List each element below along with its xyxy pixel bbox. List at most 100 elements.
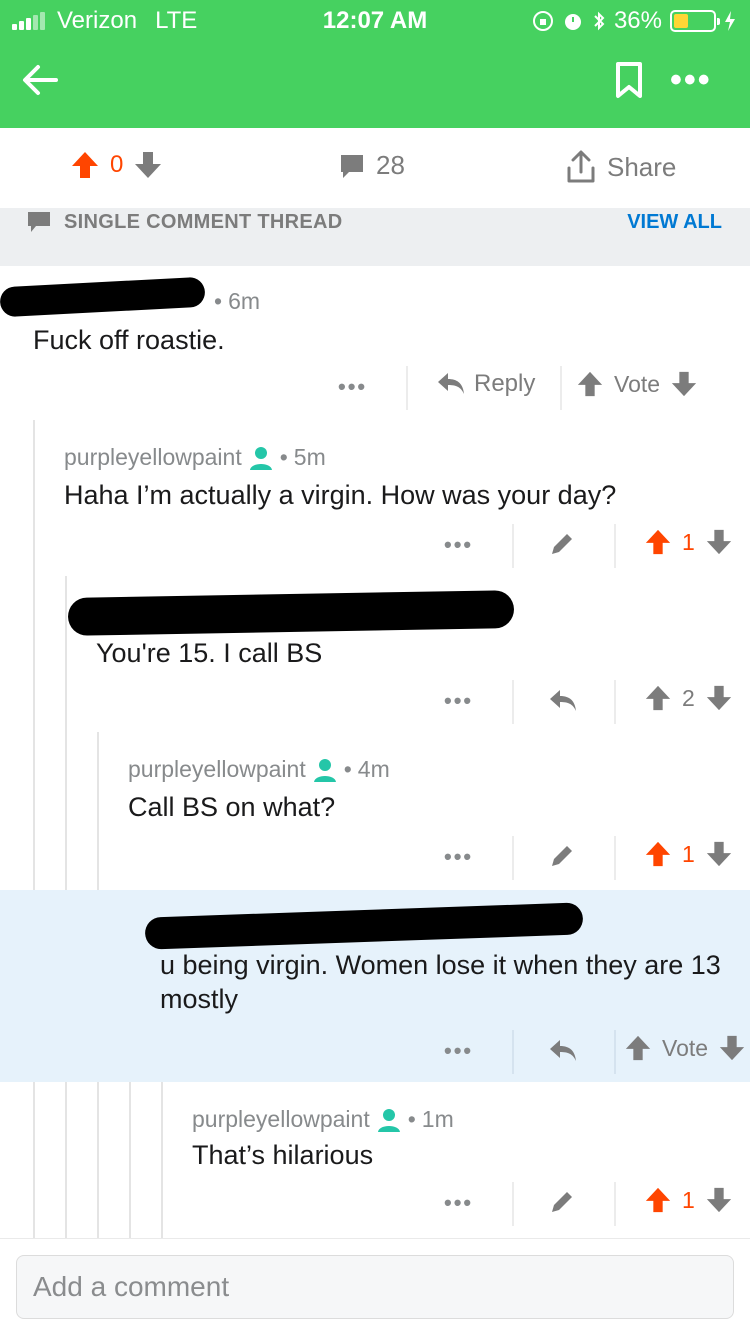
thread-label-text: SINGLE COMMENT THREAD [64, 210, 343, 233]
post-action-bar: 0 28 Share [0, 128, 750, 208]
back-arrow-icon[interactable] [20, 60, 60, 100]
comment-meta: purpleyellowpaint • 5m [64, 444, 326, 471]
reply-icon[interactable] [548, 1038, 578, 1064]
comment-score: 1 [682, 1186, 695, 1213]
comment-author[interactable]: purpleyellowpaint [128, 756, 306, 783]
comment-1: • 6m Fuck off roastie. ••• Reply Vote [0, 266, 750, 420]
more-icon[interactable]: ••• [444, 688, 473, 714]
comment-time: 1m [421, 1106, 454, 1132]
post-score: 0 [110, 151, 124, 178]
comment-vote: 1 [644, 840, 733, 868]
redacted-username [144, 902, 584, 950]
app-root: Verizon LTE 12:07 AM 36% ••• 0 28 Share … [0, 0, 750, 1334]
comment-count: 28 [376, 150, 405, 180]
comment-actions: ••• 1 [400, 524, 750, 570]
downvote-icon[interactable] [133, 150, 163, 180]
comment-meta: purpleyellowpaint • 1m [192, 1106, 454, 1133]
comment-actions: ••• 1 [400, 1182, 750, 1228]
comment-icon [28, 212, 50, 232]
redacted-username [67, 590, 515, 636]
user-icon [377, 1108, 400, 1132]
comment-body: Haha I’m actually a virgin. How was your… [64, 480, 617, 510]
post-comments[interactable]: 28 [338, 150, 405, 181]
downvote-icon[interactable] [670, 370, 698, 398]
upvote-icon[interactable] [624, 1034, 652, 1062]
redacted-username [0, 276, 206, 318]
upvote-icon[interactable] [644, 684, 672, 712]
comment-score: 2 [682, 684, 695, 711]
upvote-icon[interactable] [644, 1186, 672, 1214]
comment-actions: ••• 1 [400, 836, 750, 882]
comment-composer [0, 1238, 750, 1334]
comment-author[interactable]: purpleyellowpaint [192, 1106, 370, 1133]
rotation-lock-icon [532, 11, 553, 31]
more-icon[interactable]: ••• [338, 374, 367, 400]
comment-5-highlighted: u being virgin. Women lose it when they … [0, 890, 750, 1082]
more-options-icon[interactable]: ••• [670, 63, 712, 97]
comment-score: 1 [682, 528, 695, 555]
thread-label: SINGLE COMMENT THREAD [26, 208, 343, 236]
downvote-icon[interactable] [705, 528, 733, 556]
comment-actions: ••• 2 [400, 680, 750, 726]
comment-vote: 1 [644, 528, 733, 556]
view-all-link[interactable]: VIEW ALL [627, 208, 722, 236]
comment-meta: purpleyellowpaint • 4m [128, 756, 390, 783]
downvote-icon[interactable] [705, 840, 733, 868]
vote-label: Vote [614, 370, 661, 397]
comment-meta: • 6m [214, 288, 261, 314]
more-icon[interactable]: ••• [444, 532, 473, 558]
battery-icon [670, 10, 720, 32]
share-icon [567, 150, 595, 183]
comment-3: You're 15. I call BS ••• 2 [0, 576, 750, 732]
nav-header: ••• [0, 40, 750, 128]
add-comment-input[interactable] [16, 1255, 734, 1319]
user-icon [313, 758, 336, 782]
comment-author[interactable]: purpleyellowpaint [64, 444, 242, 471]
status-right: 36% [532, 7, 736, 35]
comment-4: purpleyellowpaint • 4m Call BS on what? •… [0, 732, 750, 890]
upvote-icon[interactable] [644, 840, 672, 868]
upvote-icon[interactable] [576, 370, 604, 398]
user-icon [249, 446, 272, 470]
comment-actions: ••• Reply Vote [310, 366, 750, 412]
status-bar: Verizon LTE 12:07 AM 36% [0, 0, 750, 40]
comment-actions: ••• Vote [400, 1030, 750, 1076]
charging-icon [725, 11, 735, 31]
comment-6: purpleyellowpaint • 1m That’s hilarious •… [0, 1082, 750, 1238]
share-button[interactable]: Share [565, 150, 676, 184]
comment-time: 6m [228, 288, 261, 314]
bookmark-icon[interactable] [612, 60, 646, 100]
edit-icon[interactable] [548, 1188, 576, 1216]
more-icon[interactable]: ••• [444, 1190, 473, 1216]
comment-body: That’s hilarious [192, 1140, 374, 1170]
reply-icon[interactable] [548, 688, 578, 714]
reply-icon [438, 373, 464, 394]
single-thread-bar: SINGLE COMMENT THREAD VIEW ALL [0, 208, 750, 266]
comment-body: Fuck off roastie. [33, 325, 225, 355]
top-bar: Verizon LTE 12:07 AM 36% ••• [0, 0, 750, 128]
more-icon[interactable]: ••• [444, 844, 473, 870]
upvote-icon[interactable] [70, 150, 100, 180]
downvote-icon[interactable] [718, 1034, 746, 1062]
battery-percent: 36% [613, 7, 662, 34]
share-label: Share [607, 151, 677, 182]
edit-icon[interactable] [548, 530, 576, 558]
comment-time: 4m [357, 756, 390, 782]
more-icon[interactable]: ••• [444, 1038, 473, 1064]
comment-vote: Vote [624, 1034, 746, 1062]
comment-vote: 1 [644, 1186, 733, 1214]
reply-button[interactable]: Reply [436, 370, 535, 398]
downvote-icon[interactable] [705, 684, 733, 712]
comment-icon [341, 154, 363, 178]
comment-body: u being virgin. Women lose it when they … [160, 950, 721, 1014]
reply-label: Reply [474, 370, 536, 397]
post-vote: 0 [70, 150, 163, 180]
comment-body: You're 15. I call BS [96, 638, 323, 668]
comment-body: Call BS on what? [128, 792, 336, 822]
comment-score: 1 [682, 840, 695, 867]
comment-time: 5m [293, 444, 326, 470]
comment-vote: 2 [644, 684, 733, 712]
upvote-icon[interactable] [644, 528, 672, 556]
edit-icon[interactable] [548, 842, 576, 870]
downvote-icon[interactable] [705, 1186, 733, 1214]
